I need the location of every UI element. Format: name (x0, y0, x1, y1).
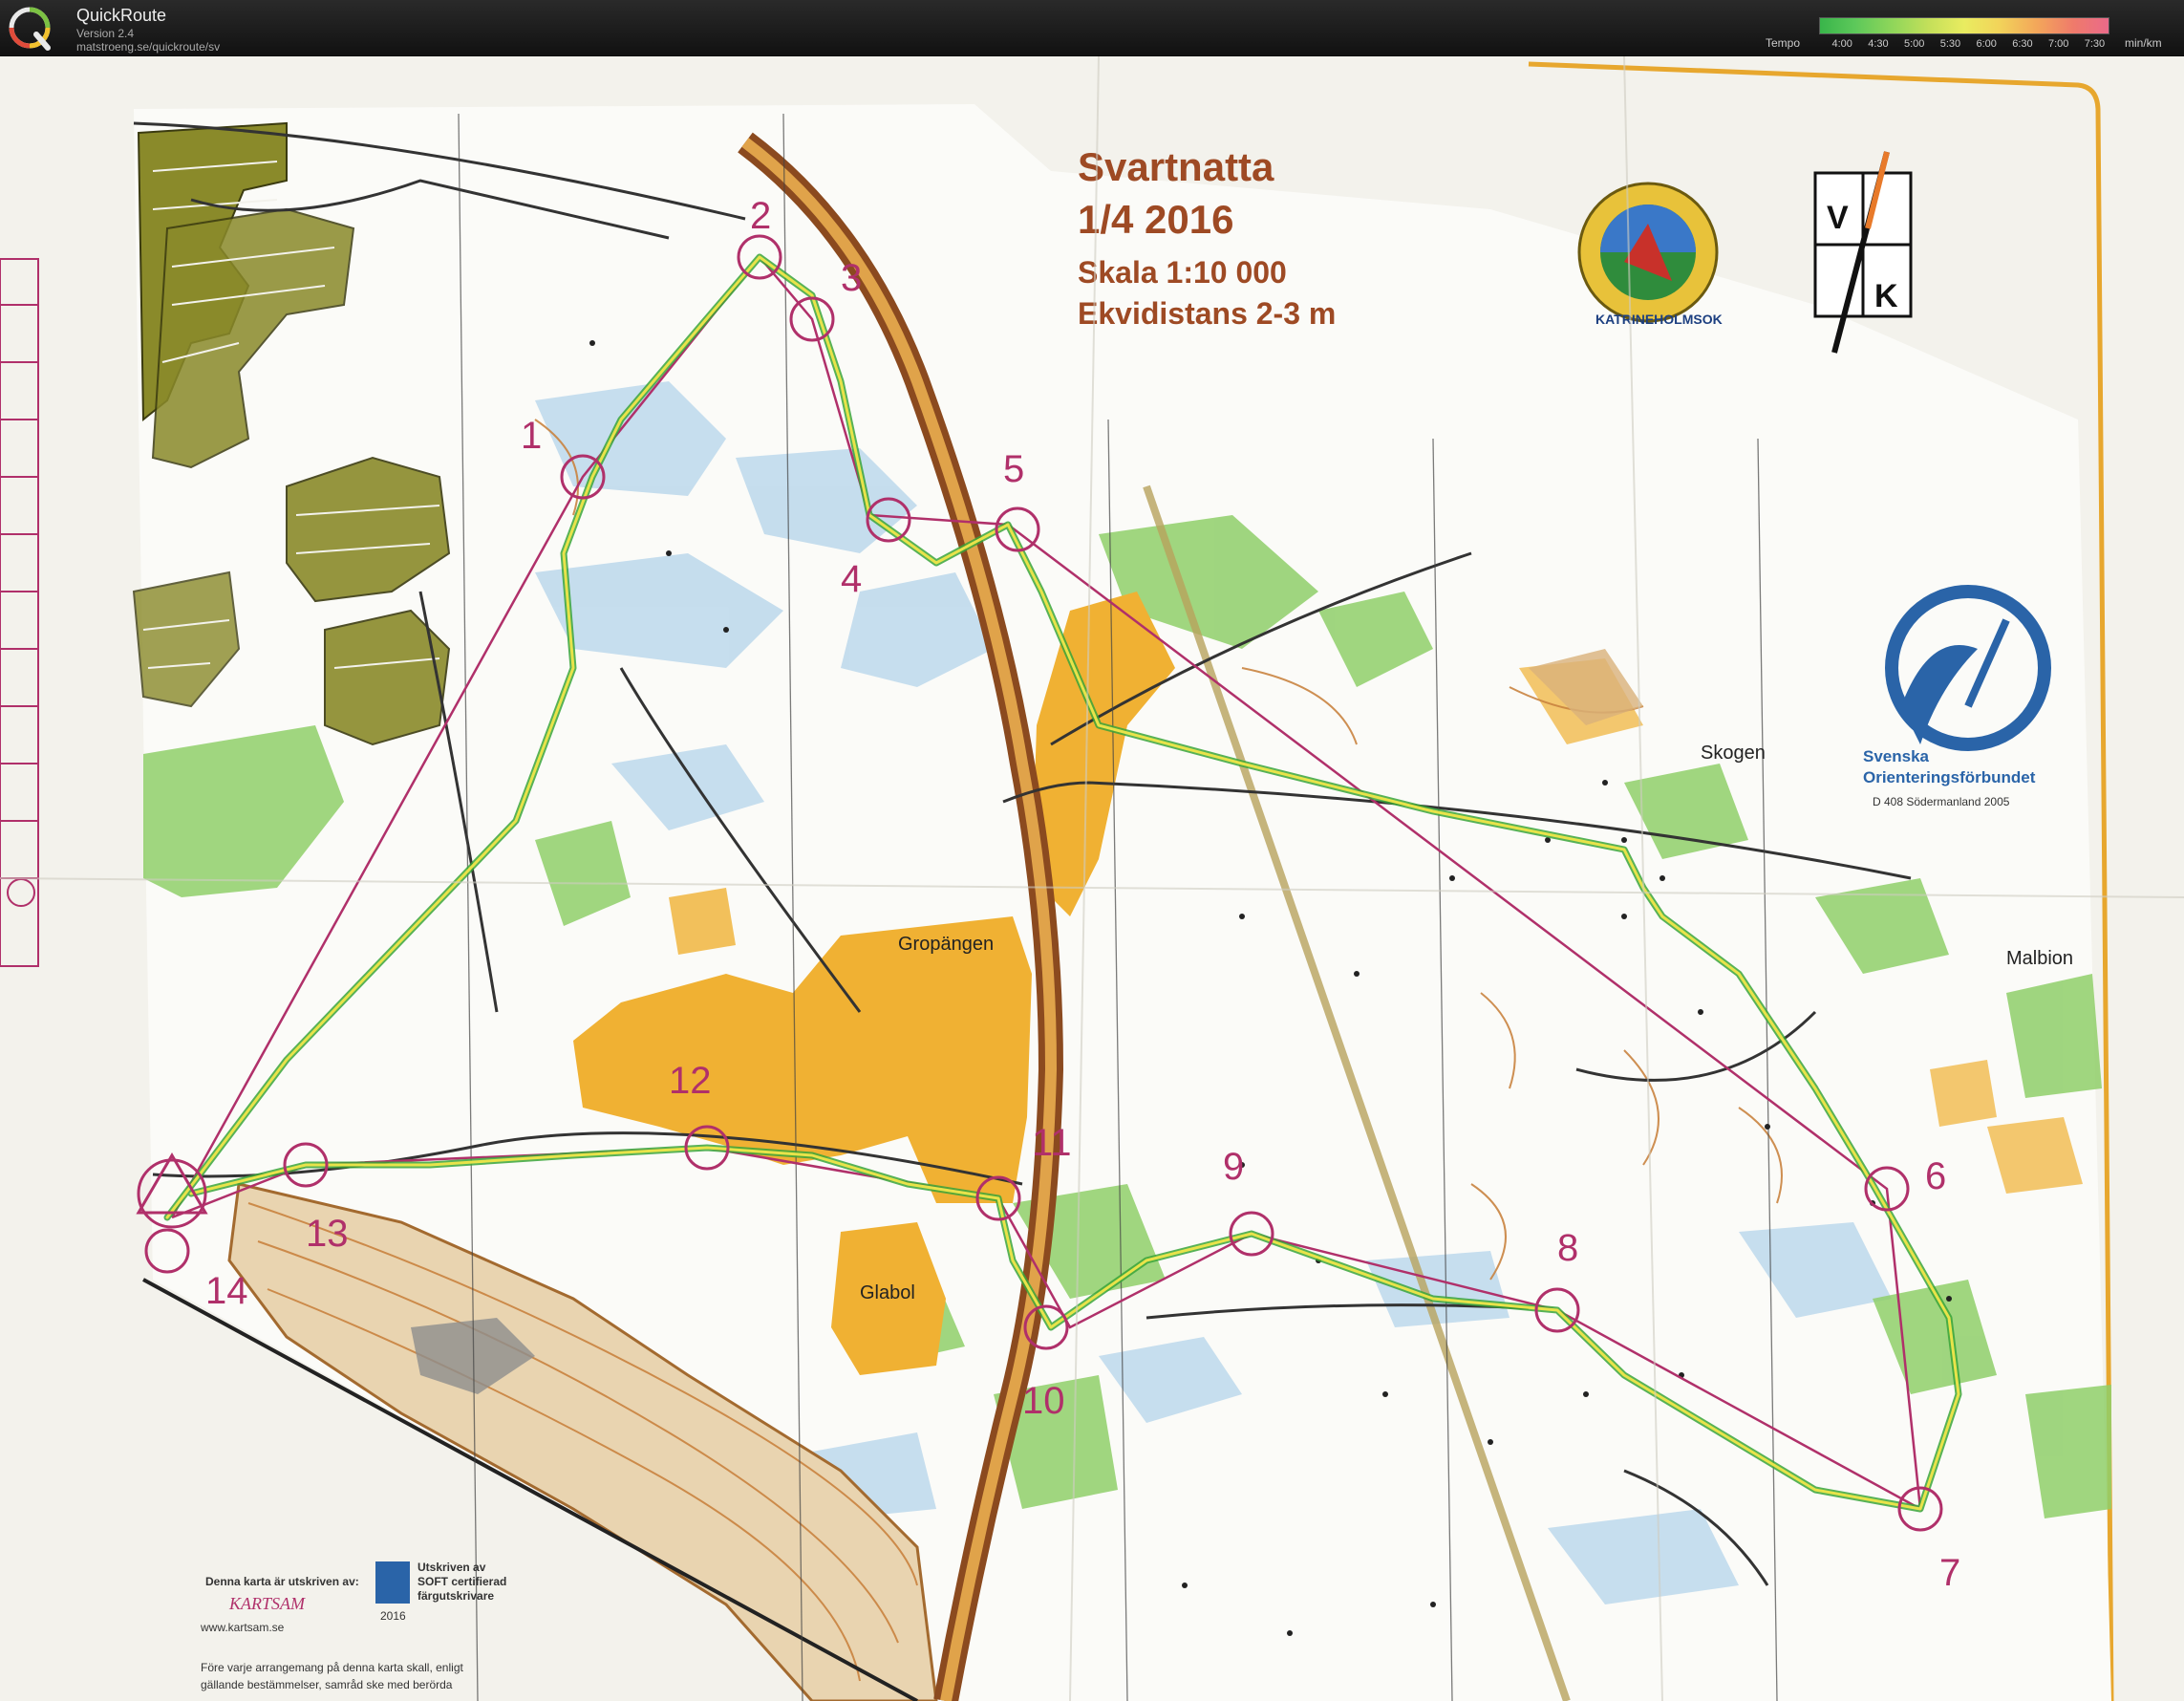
printer-url: www.kartsam.se (200, 1621, 285, 1634)
tempo-ticks: 4:00 4:30 5:00 5:30 6:00 6:30 7:00 7:30 (1819, 38, 2108, 52)
cert-text: SOFT certifierad (418, 1575, 506, 1588)
tempo-tick: 4:30 (1868, 38, 1889, 50)
tempo-color-scale (1819, 17, 2109, 34)
quickroute-logo-icon (9, 7, 51, 51)
cert-year: 2016 (380, 1609, 406, 1623)
federation-code: D 408 Södermanland 2005 (1873, 795, 2010, 808)
control-number: 11 (1032, 1122, 1072, 1164)
tempo-tick: 6:30 (2012, 38, 2033, 50)
control-number: 8 (1557, 1227, 1578, 1269)
control-number: 2 (750, 195, 771, 237)
control-number: 5 (1003, 448, 1024, 490)
soft-cert-icon (375, 1561, 410, 1604)
place-name-gropangen: Gropängen (898, 934, 994, 955)
map-scale: Skala 1:10 000 (1078, 255, 1287, 290)
cert-text: färgutskrivare (418, 1589, 494, 1603)
federation-name-line1: Svenska (1863, 747, 1930, 765)
map-canvas[interactable]: 1 2 3 4 5 6 7 8 9 10 11 12 13 14 Gropäng… (0, 56, 2184, 1701)
tempo-tick: 6:00 (1976, 38, 1997, 50)
control-number: 13 (306, 1213, 349, 1255)
tempo-tick: 7:30 (2084, 38, 2106, 50)
control-number: 6 (1925, 1155, 1946, 1197)
control-number: 9 (1223, 1146, 1244, 1188)
control-number: 4 (841, 558, 862, 600)
rules-text: gällande bestämmelser, samråd ske med be… (201, 1678, 453, 1691)
tempo-tick: 5:30 (1939, 38, 1961, 50)
tempo-label: Tempo (1766, 36, 1801, 50)
app-title: QuickRoute (76, 6, 167, 25)
printed-by-text: Denna karta är utskriven av: (205, 1575, 359, 1588)
app-url[interactable]: matstroeng.se/quickroute/sv (76, 40, 220, 54)
tempo-tick: 5:00 (1903, 38, 1925, 50)
tempo-tick: 4:00 (1831, 38, 1852, 50)
orienteering-map[interactable]: 1 2 3 4 5 6 7 8 9 10 11 12 13 14 Gropäng… (0, 56, 2184, 1701)
map-contour-interval: Ekvidistans 2-3 m (1078, 296, 1336, 331)
map-title: Svartnatta (1078, 144, 1274, 189)
federation-name-line2: Orienteringsförbundet (1863, 768, 2036, 786)
control-number: 3 (841, 257, 862, 299)
place-name-skogen: Skogen (1701, 743, 1766, 764)
vk-letter: V (1827, 200, 1849, 236)
tempo-tick: 7:00 (2047, 38, 2069, 50)
control-number: 12 (669, 1060, 712, 1102)
control-number: 7 (1939, 1552, 1960, 1594)
vk-letter: K (1874, 278, 1898, 314)
tempo-unit: min/km (2125, 36, 2162, 50)
title-bar: QuickRoute Version 2.4 matstroeng.se/qui… (0, 0, 2184, 56)
club-logo-text: KATRINEHOLMSOK (1595, 312, 1723, 327)
printer-name: KARTSAM (228, 1594, 306, 1613)
control-number: 14 (205, 1270, 248, 1312)
control-number: 10 (1022, 1380, 1065, 1422)
cert-text: Utskriven av (418, 1561, 486, 1574)
map-date: 1/4 2016 (1078, 197, 1234, 242)
rules-text: Före varje arrangemang på denna karta sk… (201, 1661, 463, 1674)
control-number: 1 (521, 415, 542, 457)
place-name-malbion: Malbion (2006, 948, 2073, 969)
app-version: Version 2.4 (76, 27, 135, 40)
place-name-glabol: Glabol (860, 1282, 915, 1303)
